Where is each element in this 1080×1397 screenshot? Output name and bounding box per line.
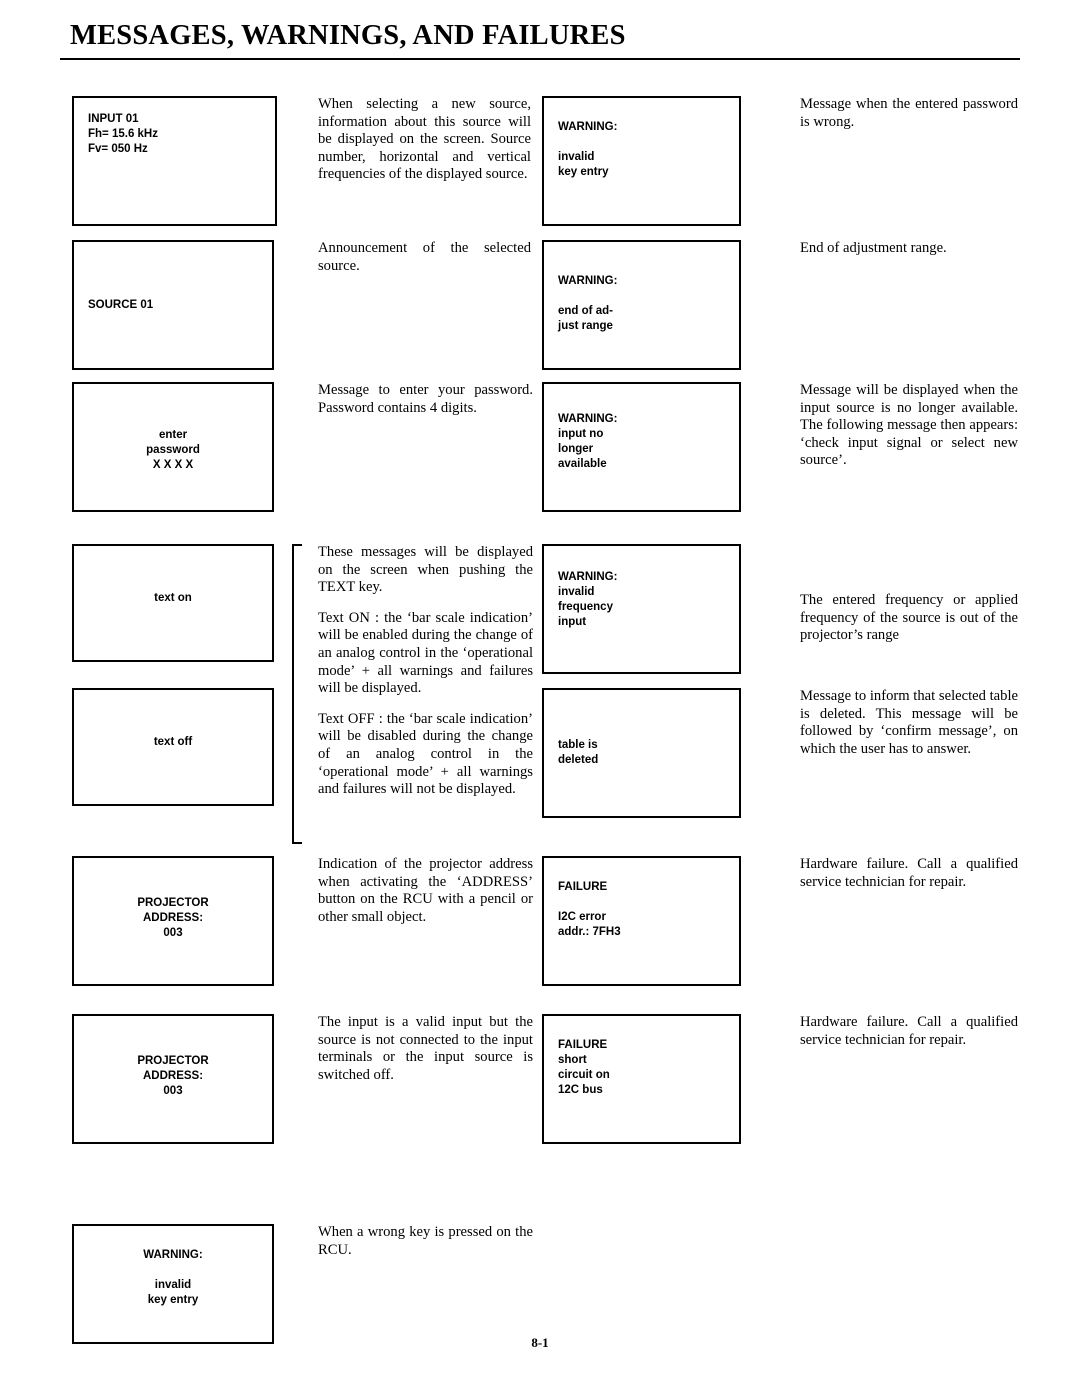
desc-text-off-text: Text OFF : the ‘bar scale indication’ wi… bbox=[318, 710, 533, 798]
osd-box-failure-i2c-error: FAILURE I2C error addr.: 7FH3 bbox=[542, 856, 741, 986]
desc-text-intro-text: These messages will be displayed on the … bbox=[318, 544, 533, 596]
osd-box-warning-input-no-longer-available-text: WARNING: input no longer available bbox=[558, 413, 618, 470]
osd-box-failure-short-circuit-text: FAILURE short circuit on 12C bus bbox=[558, 1039, 610, 1096]
osd-box-text-off: text off bbox=[72, 688, 274, 806]
page-number: 8-1 bbox=[531, 1335, 549, 1350]
osd-box-source01: SOURCE 01 bbox=[72, 240, 274, 370]
desc-wrong-key: When a wrong key is pressed on the RCU. bbox=[318, 1224, 533, 1259]
osd-box-warning-input-no-longer-available: WARNING: input no longer available bbox=[542, 382, 741, 512]
desc-hardware-failure-1-text: Hardware failure. Call a qualified servi… bbox=[800, 856, 1018, 890]
osd-box-table-is-deleted-text: table is deleted bbox=[558, 739, 599, 766]
osd-box-source01-text: SOURCE 01 bbox=[88, 299, 154, 311]
desc-valid-input-text: The input is a valid input but the sourc… bbox=[318, 1014, 533, 1083]
desc-out-of-range: The entered frequency or applied frequen… bbox=[800, 592, 1018, 645]
document-page: MESSAGES, WARNINGS, AND FAILURES INPUT 0… bbox=[0, 0, 1080, 1397]
osd-box-text-off-text: text off bbox=[153, 736, 193, 748]
osd-box-warning-end-of-adjust-range-text: WARNING: end of ad-just range bbox=[558, 275, 618, 332]
desc-announcement: Announcement of the selected source. bbox=[318, 240, 531, 275]
desc-out-of-range-text: The entered frequency or applied frequen… bbox=[800, 592, 1018, 644]
osd-box-failure-i2c-error-text: FAILURE I2C error addr.: 7FH3 bbox=[558, 881, 621, 938]
osd-box-input01: INPUT 01 Fh= 15.6 kHz Fv= 050 Hz bbox=[72, 96, 277, 226]
osd-box-enter-password-text: enter password X X X X bbox=[146, 429, 200, 471]
desc-valid-input: The input is a valid input but the sourc… bbox=[318, 1014, 533, 1084]
osd-box-table-is-deleted: table is deleted bbox=[542, 688, 741, 818]
desc-input-no-longer: Message will be displayed when the input… bbox=[800, 382, 1018, 470]
osd-box-enter-password: enter password X X X X bbox=[72, 382, 274, 512]
desc-password-text: Message to enter your password. Password… bbox=[318, 382, 533, 416]
osd-box-text-on-text: text on bbox=[154, 592, 192, 604]
desc-text-messages: These messages will be displayed on the … bbox=[318, 544, 533, 799]
osd-box-warning-invalid-key-entry-top-text: WARNING: invalid key entry bbox=[558, 121, 618, 178]
osd-box-warning-invalid-key-entry-bottom-text: WARNING: invalid key entry bbox=[143, 1249, 203, 1306]
osd-box-failure-short-circuit: FAILURE short circuit on 12C bus bbox=[542, 1014, 741, 1144]
osd-box-warning-invalid-frequency-input: WARNING: invalid frequency input bbox=[542, 544, 741, 674]
text-keys-bracket bbox=[292, 544, 302, 844]
desc-hardware-failure-1: Hardware failure. Call a qualified servi… bbox=[800, 856, 1018, 891]
desc-password-wrong-text: Message when the entered password is wro… bbox=[800, 96, 1018, 130]
desc-projector-address: Indication of the projector address when… bbox=[318, 856, 533, 926]
desc-text-on-text: Text ON : the ‘bar scale indication’ wil… bbox=[318, 609, 533, 697]
desc-hardware-failure-2-text: Hardware failure. Call a qualified servi… bbox=[800, 1014, 1018, 1048]
desc-table-deleted: Message to inform that selected table is… bbox=[800, 688, 1018, 758]
osd-box-warning-end-of-adjust-range: WARNING: end of ad-just range bbox=[542, 240, 741, 370]
osd-box-projector-address-2-text: PROJECTOR ADDRESS: 003 bbox=[137, 1055, 209, 1097]
desc-new-source: When selecting a new source, information… bbox=[318, 96, 531, 184]
osd-box-projector-address-2: PROJECTOR ADDRESS: 003 bbox=[72, 1014, 274, 1144]
desc-wrong-key-text: When a wrong key is pressed on the RCU. bbox=[318, 1224, 533, 1258]
desc-password: Message to enter your password. Password… bbox=[318, 382, 533, 417]
osd-box-warning-invalid-frequency-input-text: WARNING: invalid frequency input bbox=[558, 571, 618, 628]
osd-box-projector-address-1: PROJECTOR ADDRESS: 003 bbox=[72, 856, 274, 986]
desc-end-of-range-text: End of adjustment range. bbox=[800, 240, 947, 256]
osd-box-input01-text: INPUT 01 Fh= 15.6 kHz Fv= 050 Hz bbox=[88, 113, 158, 155]
page-title: MESSAGES, WARNINGS, AND FAILURES bbox=[70, 20, 626, 51]
osd-box-projector-address-1-text: PROJECTOR ADDRESS: 003 bbox=[137, 897, 209, 939]
desc-projector-address-text: Indication of the projector address when… bbox=[318, 856, 533, 925]
osd-box-warning-invalid-key-entry-top: WARNING: invalid key entry bbox=[542, 96, 741, 226]
desc-announcement-text: Announcement of the selected source. bbox=[318, 240, 531, 274]
osd-box-warning-invalid-key-entry-bottom: WARNING: invalid key entry bbox=[72, 1224, 274, 1344]
title-divider bbox=[60, 58, 1020, 60]
desc-hardware-failure-2: Hardware failure. Call a qualified servi… bbox=[800, 1014, 1018, 1049]
desc-end-of-range: End of adjustment range. bbox=[800, 240, 1018, 258]
osd-box-text-on: text on bbox=[72, 544, 274, 662]
desc-new-source-text: When selecting a new source, information… bbox=[318, 96, 531, 183]
desc-table-deleted-text: Message to inform that selected table is… bbox=[800, 688, 1018, 757]
desc-password-wrong: Message when the entered password is wro… bbox=[800, 96, 1018, 131]
desc-input-no-longer-text: Message will be displayed when the input… bbox=[800, 382, 1018, 469]
